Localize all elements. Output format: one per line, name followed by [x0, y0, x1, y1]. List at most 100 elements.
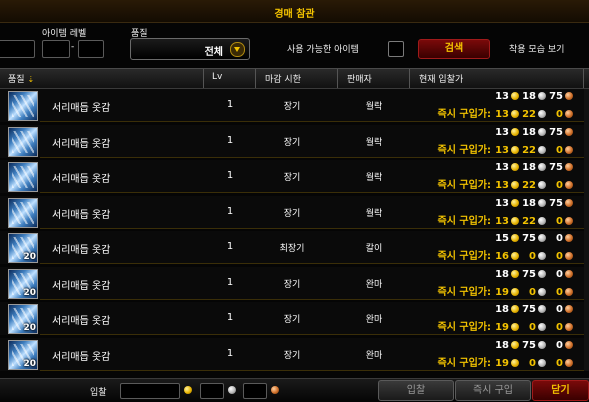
table-row[interactable]: 서리매듭 옷감 1 장기 월락 13 18 75 즉시 구입가: 13 22 0 — [0, 160, 584, 193]
silver-amount: 0 — [529, 358, 536, 369]
buyout-label: 즉시 구입가: — [437, 251, 491, 262]
copper-amount: 0 — [556, 304, 563, 315]
auction-window: 경매 참관 아이템 레벨 - 품질 전체 사용 가능한 아이템 검색 착용 모습… — [0, 0, 589, 402]
gold-coin-icon — [511, 305, 519, 313]
gold-coin-icon — [511, 270, 519, 278]
table-row[interactable]: 20 서리매듭 옷감 1 장기 완마 18 75 0 즉시 구입가: 19 0 0 — [0, 302, 584, 335]
current-bid: 13 18 75 — [495, 91, 576, 103]
gold-amount: 13 — [495, 109, 509, 120]
item-icon[interactable]: 20 — [8, 340, 38, 370]
gold-coin-icon — [511, 234, 519, 242]
usable-only-label: 사용 가능한 아이템 — [287, 45, 359, 55]
time-left: 최장기 — [279, 244, 305, 254]
stack-count: 20 — [23, 359, 36, 369]
column-header-level[interactable]: Lv — [212, 72, 222, 82]
gold-amount: 18 — [495, 269, 509, 280]
buyout-label: 즉시 구입가: — [437, 216, 491, 227]
bid-amount-label: 입찰 — [90, 388, 107, 398]
table-row[interactable]: 서리매듭 옷감 1 장기 월락 13 18 75 즉시 구입가: 13 22 0 — [0, 125, 584, 158]
item-name: 서리매듭 옷감 — [52, 245, 111, 256]
bid-gold-input[interactable] — [120, 383, 180, 399]
row-divider — [40, 157, 584, 158]
search-button[interactable]: 검색 — [418, 39, 490, 59]
copper-coin-icon — [565, 252, 573, 260]
quality-dropdown[interactable]: 전체 — [130, 38, 250, 60]
window-title: 경매 참관 — [274, 9, 315, 20]
usable-only-checkbox[interactable] — [388, 41, 404, 57]
row-divider — [40, 263, 584, 264]
copper-coin-icon — [565, 323, 573, 331]
copper-coin-icon — [565, 181, 573, 189]
item-level: 1 — [226, 312, 234, 323]
copper-amount: 0 — [556, 358, 563, 369]
copper-coin-icon — [271, 386, 279, 394]
gold-coin-icon — [511, 341, 519, 349]
silver-amount: 75 — [522, 304, 536, 315]
max-level-input[interactable] — [78, 40, 104, 58]
silver-coin-icon — [538, 288, 546, 296]
table-row[interactable]: 20 서리매듭 옷감 1 최장기 칼이 15 75 0 즉시 구입가: 16 0 0 — [0, 231, 584, 264]
column-header-bid[interactable]: 현재 입찰가 — [419, 72, 463, 85]
gold-coin-icon — [511, 163, 519, 171]
gold-coin-icon — [511, 199, 519, 207]
silver-amount: 75 — [522, 233, 536, 244]
table-row[interactable]: 서리매듭 옷감 1 장기 월락 13 18 75 즉시 구입가: 13 22 0 — [0, 196, 584, 229]
silver-amount: 22 — [522, 109, 536, 120]
item-icon[interactable] — [8, 162, 38, 192]
item-icon[interactable]: 20 — [8, 304, 38, 334]
copper-amount: 0 — [556, 269, 563, 280]
search-name-input[interactable] — [0, 40, 35, 58]
silver-coin-icon — [538, 199, 546, 207]
buyout-button[interactable]: 즉시 구입 — [455, 380, 531, 401]
row-divider — [40, 334, 584, 335]
bid-copper-input[interactable] — [243, 383, 267, 399]
level-separator: - — [71, 42, 75, 52]
gold-coin-icon — [511, 181, 519, 189]
item-level: 1 — [226, 99, 234, 110]
silver-amount: 75 — [522, 340, 536, 351]
column-header-time[interactable]: 마감 시한 — [265, 72, 301, 85]
buyout-price: 즉시 구입가: 19 0 0 — [438, 318, 576, 333]
gold-coin-icon — [511, 323, 519, 331]
column-header-quality[interactable]: 품질 ⇣ — [8, 72, 34, 85]
close-button[interactable]: 닫기 — [532, 380, 589, 401]
gold-amount: 13 — [495, 216, 509, 227]
current-bid: 15 75 0 — [495, 233, 576, 245]
chevron-down-icon[interactable] — [230, 42, 245, 57]
column-header-row: 품질 ⇣ Lv 마감 시한 판매자 현재 입찰가 — [0, 68, 589, 89]
gold-amount: 13 — [495, 127, 509, 138]
buyout-label: 즉시 구입가: — [437, 145, 491, 156]
item-icon[interactable] — [8, 91, 38, 121]
item-icon[interactable]: 20 — [8, 269, 38, 299]
copper-amount: 75 — [549, 91, 563, 102]
quality-value: 전체 — [204, 47, 223, 58]
item-icon[interactable]: 20 — [8, 233, 38, 263]
gold-amount: 18 — [495, 340, 509, 351]
row-divider — [40, 121, 584, 122]
gold-coin-icon — [511, 128, 519, 136]
title-bar: 경매 참관 — [0, 0, 589, 23]
scrollbar[interactable] — [584, 89, 589, 371]
item-icon[interactable] — [8, 127, 38, 157]
bid-silver-input[interactable] — [200, 383, 224, 399]
buyout-price: 즉시 구입가: 13 22 0 — [437, 212, 576, 227]
silver-amount: 75 — [522, 269, 536, 280]
table-row[interactable]: 20 서리매듭 옷감 1 장기 완마 18 75 0 즉시 구입가: 19 0 0 — [0, 338, 584, 371]
seller-name: 완마 — [365, 351, 383, 361]
buyout-price: 즉시 구입가: 19 0 0 — [438, 354, 576, 369]
current-bid: 18 75 0 — [495, 340, 576, 352]
current-bid: 13 18 75 — [495, 127, 576, 139]
silver-coin-icon — [538, 217, 546, 225]
min-level-input[interactable] — [42, 40, 70, 58]
table-row[interactable]: 20 서리매듭 옷감 1 장기 완마 18 75 0 즉시 구입가: 19 0 0 — [0, 267, 584, 300]
gold-amount: 15 — [495, 233, 509, 244]
gold-amount: 13 — [495, 198, 509, 209]
bid-button[interactable]: 입찰 — [378, 380, 454, 401]
item-level-label: 아이템 레벨 — [42, 29, 87, 39]
table-row[interactable]: 서리매듭 옷감 1 장기 월락 13 18 75 즉시 구입가: 13 22 0 — [0, 89, 584, 122]
column-header-seller[interactable]: 판매자 — [347, 72, 372, 85]
item-icon[interactable] — [8, 198, 38, 228]
silver-coin-icon — [538, 341, 546, 349]
preview-checkbox-label[interactable]: 착용 모습 보기 — [509, 42, 564, 55]
silver-coin-icon — [538, 92, 546, 100]
